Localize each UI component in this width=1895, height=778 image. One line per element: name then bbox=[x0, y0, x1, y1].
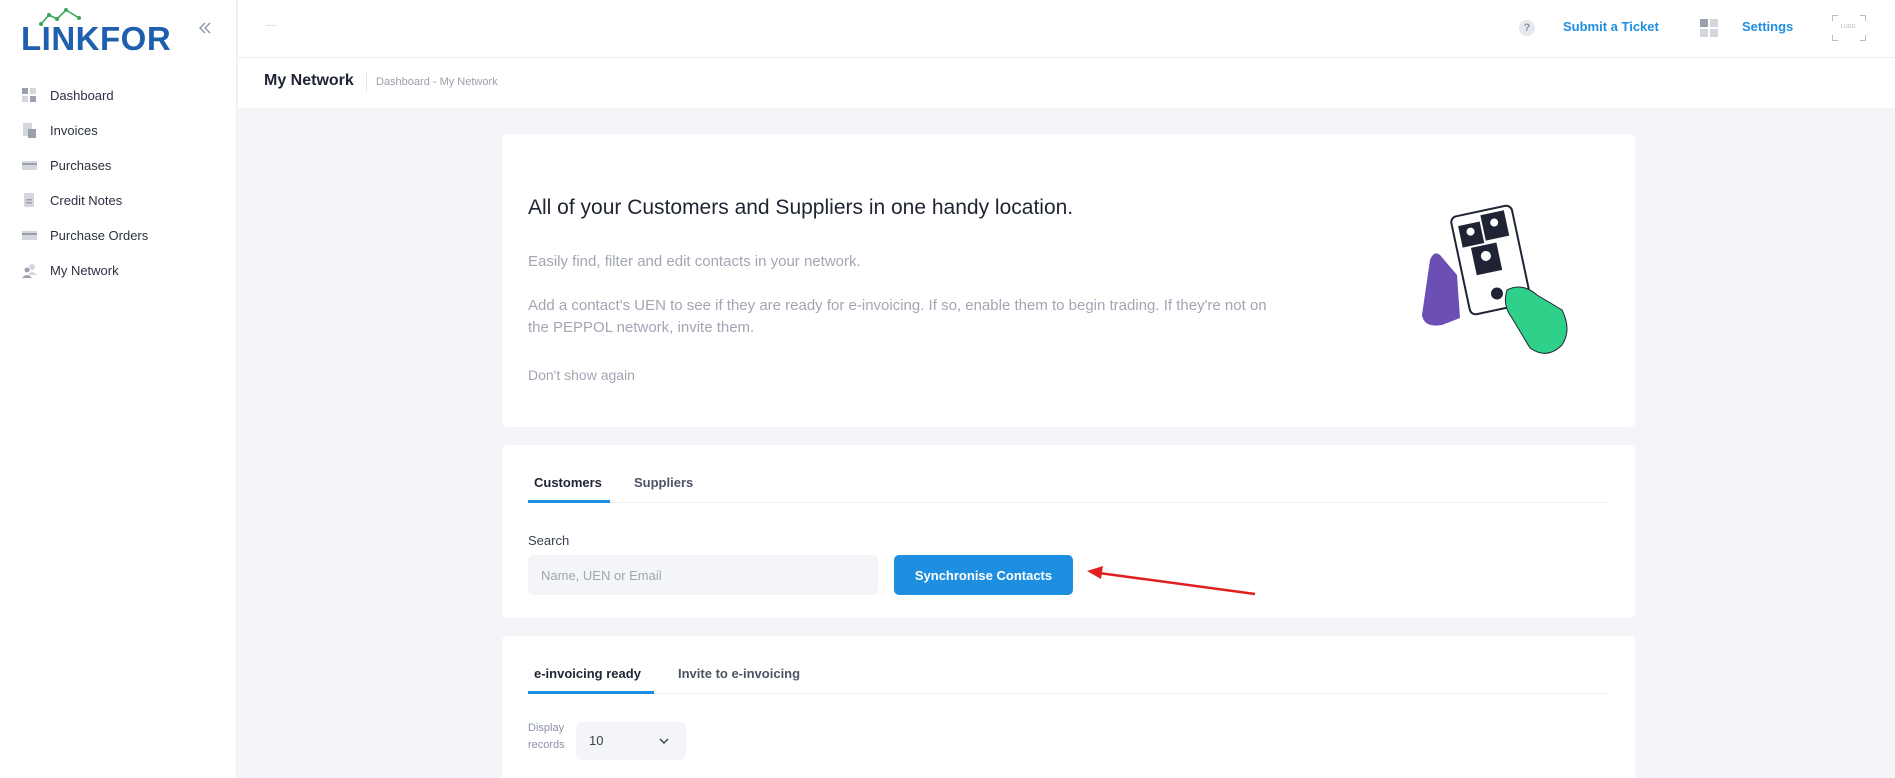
intro-title: All of your Customers and Suppliers in o… bbox=[528, 196, 1074, 219]
search-label: Search bbox=[528, 533, 570, 548]
sidebar-item-dashboard[interactable]: Dashboard bbox=[0, 78, 236, 113]
settings-link[interactable]: Settings bbox=[1742, 19, 1793, 34]
brand-name: LINKFOR bbox=[21, 20, 172, 57]
page-title: My Network bbox=[264, 72, 354, 89]
document-icon bbox=[24, 193, 34, 207]
invoice-icon bbox=[23, 123, 36, 138]
sidebar-item-purchases[interactable]: Purchases bbox=[0, 148, 236, 183]
sidebar: LINKFOR Dashboard Invoices Purchases Cre… bbox=[0, 0, 237, 778]
sidebar-item-label: Credit Notes bbox=[50, 193, 123, 208]
logo-placeholder-text: LOGO bbox=[1841, 24, 1856, 30]
settings-grid-icon[interactable] bbox=[1700, 19, 1718, 37]
chevron-down-icon bbox=[659, 738, 669, 744]
dont-show-again-link[interactable]: Don't show again bbox=[528, 367, 635, 383]
card-icon bbox=[22, 161, 37, 170]
brand-logo[interactable]: LINKFOR bbox=[21, 8, 171, 57]
search-input[interactable] bbox=[528, 555, 878, 595]
sidebar-item-label: My Network bbox=[50, 263, 119, 278]
display-records-label: Display records bbox=[528, 722, 565, 751]
people-icon bbox=[22, 264, 37, 278]
tab-e-invoicing-ready[interactable]: e-invoicing ready bbox=[528, 658, 654, 694]
breadcrumb[interactable]: Dashboard - My Network bbox=[376, 76, 498, 88]
submit-ticket-link[interactable]: Submit a Ticket bbox=[1563, 19, 1659, 34]
tab-suppliers[interactable]: Suppliers bbox=[634, 467, 693, 503]
network-list-card: e-invoicing ready Invite to e-invoicing … bbox=[502, 636, 1635, 778]
tab-customers[interactable]: Customers bbox=[528, 467, 610, 503]
sidebar-item-label: Purchases bbox=[50, 158, 112, 173]
page-header: My Network Dashboard - My Network bbox=[238, 58, 1895, 108]
phone-contacts-illustration bbox=[1422, 204, 1568, 354]
card-icon bbox=[22, 231, 37, 240]
contacts-search-card: Customers Suppliers Search Synchronise C… bbox=[502, 445, 1635, 618]
e-invoicing-tabs: e-invoicing ready Invite to e-invoicing bbox=[528, 658, 1609, 694]
collapse-sidebar-button[interactable] bbox=[196, 19, 214, 37]
intro-text-1: Easily find, filter and edit contacts in… bbox=[528, 253, 861, 270]
company-logo-placeholder[interactable]: LOGO bbox=[1832, 15, 1866, 41]
top-bar: — ? Submit a Ticket Settings LOGO bbox=[238, 0, 1895, 58]
sidebar-item-credit-notes[interactable]: Credit Notes bbox=[0, 183, 236, 218]
intro-text-2: Add a contact's UEN to see if they are r… bbox=[528, 297, 1267, 336]
synchronise-contacts-button[interactable]: Synchronise Contacts bbox=[894, 555, 1073, 595]
double-chevron-left-icon bbox=[199, 22, 211, 34]
sidebar-item-purchase-orders[interactable]: Purchase Orders bbox=[0, 218, 236, 253]
sidebar-item-my-network[interactable]: My Network bbox=[0, 253, 236, 288]
header-divider bbox=[366, 72, 367, 92]
sidebar-item-label: Invoices bbox=[50, 123, 98, 138]
menu-dots-icon: — bbox=[266, 20, 276, 31]
sidebar-item-invoices[interactable]: Invoices bbox=[0, 113, 236, 148]
intro-card: All of your Customers and Suppliers in o… bbox=[502, 134, 1635, 427]
contact-type-tabs: Customers Suppliers bbox=[528, 467, 1609, 503]
sidebar-item-label: Dashboard bbox=[50, 88, 114, 103]
display-records-select[interactable]: 10 bbox=[576, 722, 686, 760]
sidebar-item-label: Purchase Orders bbox=[50, 228, 149, 243]
dashboard-icon bbox=[22, 88, 36, 102]
help-icon[interactable]: ? bbox=[1519, 20, 1535, 36]
sidebar-nav: Dashboard Invoices Purchases Credit Note… bbox=[0, 78, 236, 288]
tab-invite-to-e-invoicing[interactable]: Invite to e-invoicing bbox=[678, 658, 800, 694]
display-records-value: 10 bbox=[589, 733, 604, 748]
